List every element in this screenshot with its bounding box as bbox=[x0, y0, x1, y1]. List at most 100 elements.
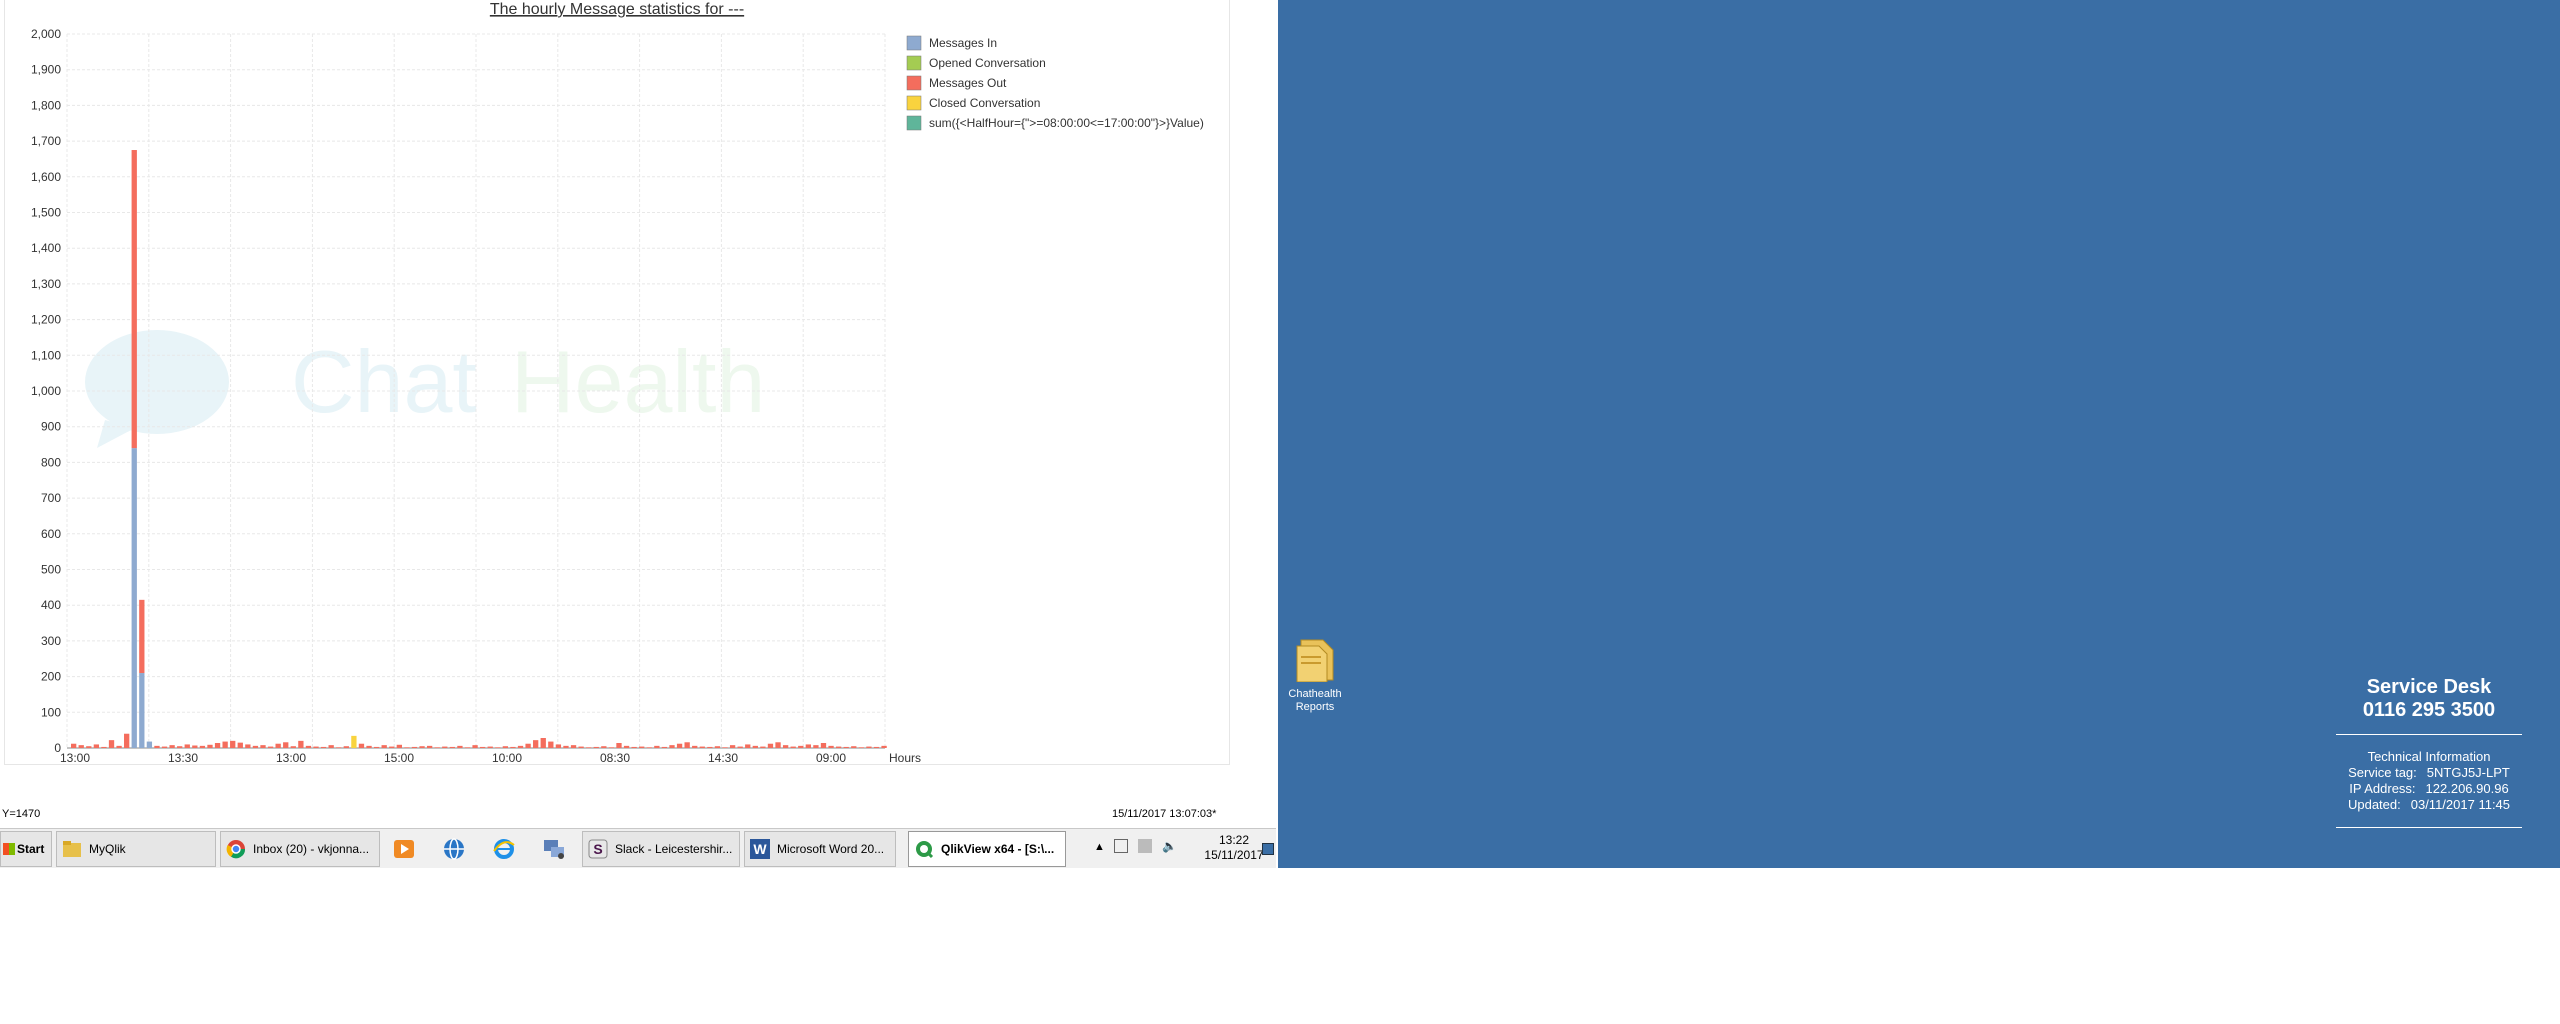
bar-messages-out[interactable] bbox=[775, 742, 781, 748]
bar-messages-out[interactable] bbox=[510, 746, 516, 748]
bar-messages-out[interactable] bbox=[873, 746, 880, 748]
bar-messages-out[interactable] bbox=[404, 747, 410, 748]
bar-messages-out[interactable] bbox=[411, 746, 418, 748]
legend-label[interactable]: Messages In bbox=[929, 36, 997, 50]
bar-messages-out[interactable] bbox=[192, 745, 198, 748]
bar-messages-out[interactable] bbox=[442, 746, 448, 748]
bar-messages-out[interactable] bbox=[533, 740, 539, 748]
bar-messages-out[interactable] bbox=[502, 746, 509, 748]
taskbar-button-myqlik[interactable]: MyQlik bbox=[56, 831, 216, 867]
ie-icon[interactable] bbox=[490, 835, 518, 863]
bar-messages-in[interactable] bbox=[146, 741, 153, 748]
bar-messages-out[interactable] bbox=[813, 745, 819, 748]
bar-messages-out[interactable] bbox=[434, 747, 440, 748]
bar-messages-out[interactable] bbox=[480, 746, 486, 748]
bar-messages-out[interactable] bbox=[729, 745, 736, 748]
bar-messages-out[interactable] bbox=[71, 743, 77, 748]
bar-messages-out[interactable] bbox=[722, 747, 728, 748]
bar-messages-out[interactable] bbox=[646, 747, 652, 748]
bar-messages-out[interactable] bbox=[275, 743, 281, 748]
bar-messages-out[interactable] bbox=[881, 745, 887, 748]
bar-closed-conversation[interactable] bbox=[351, 735, 357, 748]
bar-messages-out[interactable] bbox=[851, 746, 857, 748]
bar-messages-out[interactable] bbox=[639, 746, 645, 748]
bar-messages-out[interactable] bbox=[154, 745, 160, 748]
chart-panel[interactable]: Chat Health The hourly Message statistic… bbox=[4, 0, 1230, 765]
legend-swatch[interactable] bbox=[906, 35, 922, 51]
bar-messages-out[interactable] bbox=[563, 745, 569, 748]
chart-legend[interactable]: Messages In Opened Conversation Messages O… bbox=[906, 35, 1204, 131]
bar-messages-out[interactable] bbox=[267, 746, 274, 748]
bar-messages-out[interactable] bbox=[283, 742, 289, 748]
bar-messages-out[interactable] bbox=[230, 740, 236, 748]
bar-messages-out[interactable] bbox=[124, 733, 130, 748]
volume-icon[interactable]: 🔈 bbox=[1162, 839, 1177, 853]
bar-messages-out[interactable] bbox=[389, 746, 395, 748]
taskbar-button-word[interactable]: W Microsoft Word 20... bbox=[744, 831, 896, 867]
bar-messages-out[interactable] bbox=[790, 746, 796, 748]
legend-swatch[interactable] bbox=[906, 95, 922, 111]
bar-messages-out[interactable] bbox=[586, 747, 592, 748]
bar-messages-out[interactable] bbox=[623, 745, 630, 748]
bar-messages-out[interactable] bbox=[737, 746, 743, 748]
bar-messages-out[interactable] bbox=[313, 746, 319, 748]
bar-messages-out[interactable] bbox=[108, 740, 115, 748]
bar-messages-out[interactable] bbox=[495, 747, 501, 748]
bar-messages-out[interactable] bbox=[131, 150, 137, 449]
bar-messages-out[interactable] bbox=[858, 747, 865, 748]
bar-messages-out[interactable] bbox=[169, 745, 175, 748]
bar-messages-out[interactable] bbox=[336, 747, 342, 748]
bar-messages-out[interactable] bbox=[358, 743, 365, 748]
bar-messages-out[interactable] bbox=[669, 745, 675, 748]
legend-label[interactable]: Closed Conversation bbox=[929, 96, 1040, 110]
bar-messages-out[interactable] bbox=[290, 746, 296, 748]
bar-messages-out[interactable] bbox=[177, 746, 183, 748]
bar-messages-out[interactable] bbox=[419, 746, 425, 748]
bar-messages-out[interactable] bbox=[464, 747, 471, 748]
globe-icon[interactable] bbox=[440, 835, 468, 863]
bar-messages-in[interactable] bbox=[131, 448, 137, 748]
bar-messages-out[interactable] bbox=[828, 745, 834, 748]
bar-messages-out[interactable] bbox=[517, 745, 524, 748]
chevron-up-icon[interactable]: ▲ bbox=[1094, 841, 1105, 853]
bar-messages-out[interactable] bbox=[866, 746, 872, 748]
network-tray-icon[interactable] bbox=[1138, 839, 1152, 853]
bar-messages-out[interactable] bbox=[593, 746, 599, 748]
bar-messages-out[interactable] bbox=[207, 744, 213, 748]
bar-messages-out[interactable] bbox=[78, 745, 84, 748]
bar-messages-out[interactable] bbox=[707, 746, 713, 748]
bar-messages-out[interactable] bbox=[298, 740, 304, 748]
bar-messages-out[interactable] bbox=[366, 745, 372, 748]
bar-messages-out[interactable] bbox=[237, 742, 243, 748]
bar-messages-out[interactable] bbox=[457, 745, 463, 748]
bar-messages-out[interactable] bbox=[252, 745, 259, 748]
legend-swatch[interactable] bbox=[906, 115, 922, 131]
bar-messages-out[interactable] bbox=[426, 745, 433, 748]
bar-messages-out[interactable] bbox=[798, 745, 804, 748]
bar-messages-out[interactable] bbox=[805, 744, 811, 748]
bar-messages-in[interactable] bbox=[139, 673, 145, 748]
bar-messages-out[interactable] bbox=[320, 746, 327, 748]
bar-messages-out[interactable] bbox=[93, 744, 100, 748]
legend-label[interactable]: Opened Conversation bbox=[929, 56, 1046, 70]
bar-messages-out[interactable] bbox=[835, 746, 842, 748]
bar-messages-out[interactable] bbox=[616, 743, 622, 748]
bar-messages-out[interactable] bbox=[654, 745, 660, 748]
bar-messages-out[interactable] bbox=[199, 745, 206, 748]
legend-swatch[interactable] bbox=[906, 55, 922, 71]
bar-messages-out[interactable] bbox=[760, 746, 766, 748]
bar-messages-out[interactable] bbox=[601, 746, 607, 748]
bar-messages-out[interactable] bbox=[260, 745, 266, 748]
bar-messages-out[interactable] bbox=[555, 744, 562, 748]
taskbar-button-chrome[interactable]: Inbox (20) - vkjonna... bbox=[220, 831, 380, 867]
bar-messages-out[interactable] bbox=[116, 745, 122, 748]
bar-messages-out[interactable] bbox=[396, 744, 402, 748]
bar-messages-out[interactable] bbox=[820, 743, 827, 748]
bar-messages-out[interactable] bbox=[305, 745, 312, 748]
taskbar-button-slack[interactable]: S Slack - Leicestershir... bbox=[582, 831, 740, 867]
bar-messages-out[interactable] bbox=[578, 746, 584, 748]
legend-label[interactable]: Messages Out bbox=[929, 76, 1007, 90]
network-icon[interactable] bbox=[540, 835, 568, 863]
bar-messages-out[interactable] bbox=[449, 746, 456, 748]
bar-messages-out[interactable] bbox=[782, 745, 789, 748]
